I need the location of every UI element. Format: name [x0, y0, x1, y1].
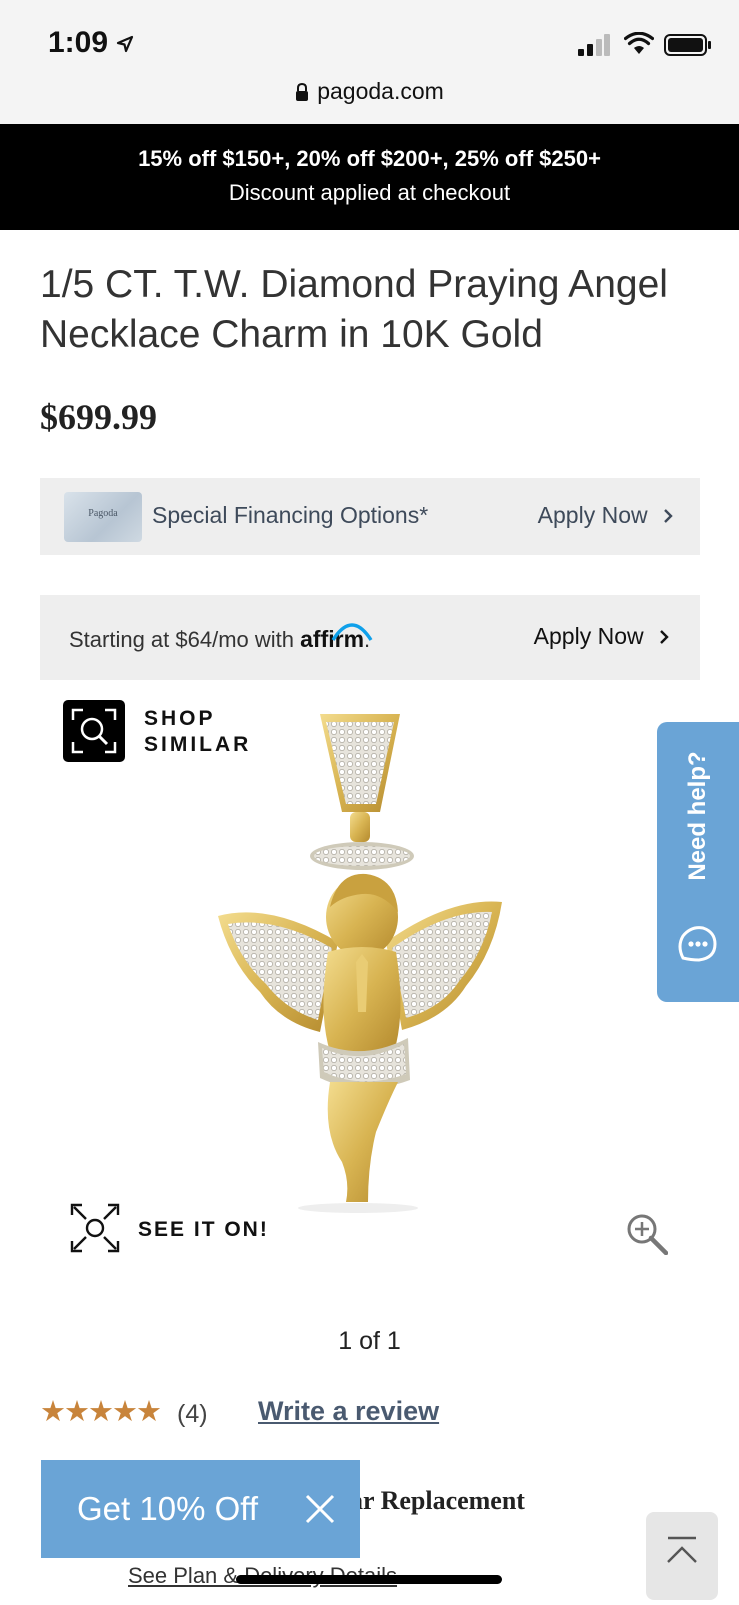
- close-icon[interactable]: [303, 1492, 337, 1526]
- lock-icon: [296, 83, 309, 101]
- discount-popup[interactable]: Get 10% Off: [41, 1460, 360, 1558]
- financing-banner[interactable]: Pagoda Special Financing Options* Apply …: [40, 478, 700, 555]
- need-help-tab[interactable]: Need help?: [657, 722, 739, 1002]
- ar-scan-icon[interactable]: [70, 1203, 120, 1253]
- scroll-to-top-button[interactable]: [646, 1512, 718, 1600]
- affirm-text: Starting at $64/mo with affirm.: [69, 623, 373, 653]
- url-text: pagoda.com: [317, 78, 444, 104]
- affirm-apply-label: Apply Now: [533, 623, 644, 649]
- location-arrow-icon: [116, 35, 134, 53]
- battery-icon: [664, 34, 711, 56]
- affirm-apply-button[interactable]: Apply Now: [534, 623, 670, 650]
- zoom-in-icon[interactable]: [626, 1213, 668, 1255]
- affirm-label: Starting at $64/mo with: [69, 627, 295, 652]
- card-brand-text: Pagoda: [88, 508, 118, 519]
- wifi-icon: [624, 32, 654, 54]
- replacement-plan-heading: ar Replacement: [350, 1486, 525, 1515]
- gallery-pager: 1 of 1: [338, 1327, 401, 1355]
- financing-apply-button[interactable]: Apply Now: [538, 502, 674, 529]
- affirm-logo: affirm: [300, 623, 373, 652]
- rating-stars: ★★★★★: [40, 1396, 162, 1428]
- need-help-label: Need help?: [684, 751, 711, 881]
- credit-card-image: Pagoda: [64, 492, 142, 542]
- product-price: $699.99: [40, 397, 157, 437]
- financing-apply-label: Apply Now: [537, 502, 648, 528]
- chat-bubble-icon: [678, 926, 717, 962]
- chevron-right-icon: [664, 509, 673, 523]
- status-bar: [0, 0, 739, 124]
- financing-label: Special Financing Options*: [152, 502, 429, 528]
- home-indicator: [236, 1575, 502, 1584]
- signal-icon: [578, 34, 610, 56]
- affirm-arc-icon: [331, 623, 373, 641]
- promo-line-2: Discount applied at checkout: [228, 180, 511, 205]
- review-count[interactable]: (4): [177, 1400, 208, 1429]
- see-it-on-button[interactable]: SEE IT ON!: [138, 1218, 269, 1242]
- discount-popup-label[interactable]: Get 10% Off: [77, 1490, 258, 1528]
- affirm-banner[interactable]: Starting at $64/mo with affirm. Apply No…: [40, 595, 700, 680]
- chevron-right-icon: [660, 630, 669, 644]
- promo-banner: 15% off $150+, 20% off $200+, 25% off $2…: [0, 124, 739, 230]
- product-image[interactable]: [210, 712, 520, 1220]
- chevron-up-icon: [667, 1536, 697, 1563]
- status-time: 1:09: [48, 26, 109, 59]
- search-frame-icon: [71, 708, 117, 754]
- write-review-link[interactable]: Write a review: [258, 1396, 439, 1427]
- address-bar[interactable]: pagoda.com: [0, 78, 739, 105]
- shop-similar-icon[interactable]: [63, 700, 125, 762]
- product-title: 1/5 CT. T.W. Diamond Praying Angel Neckl…: [40, 263, 668, 356]
- promo-line-1: 15% off $150+, 20% off $200+, 25% off $2…: [138, 146, 601, 171]
